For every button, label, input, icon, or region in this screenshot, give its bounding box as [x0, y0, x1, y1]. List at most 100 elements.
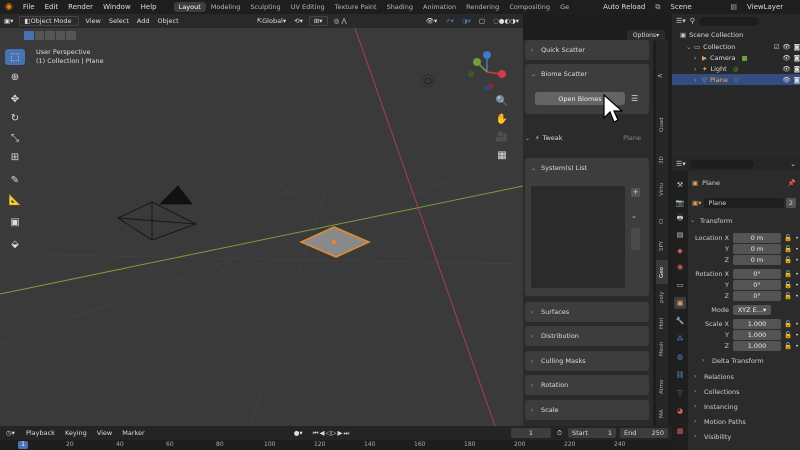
start-frame-field[interactable]: Start 1 — [568, 428, 616, 438]
tool-tab-icon[interactable]: ⚒ — [674, 179, 686, 191]
visibility-panel[interactable]: › Visibility — [694, 433, 731, 441]
biome-scatter-panel[interactable]: ⌄ Biome Scatter Open Biomes ☰ — [525, 64, 649, 114]
settings-sliders-icon[interactable]: ☰ — [631, 94, 638, 103]
tab-ma[interactable]: MA — [656, 406, 668, 422]
chevron-down-icon[interactable]: ⌄ — [686, 43, 694, 51]
modifier-tab-icon[interactable]: 🔧 — [674, 315, 686, 327]
timeline-ruler[interactable]: 1 20 40 60 80 100 120 140 160 180 200 22… — [0, 440, 672, 450]
blender-logo-icon[interactable]: ◉ — [0, 2, 18, 12]
properties-editor-icon[interactable]: ☰▾ — [676, 160, 686, 168]
constraints-tab-icon[interactable]: ⛓ — [674, 369, 686, 381]
render-tab-icon[interactable]: 📷 — [674, 197, 686, 209]
outliner[interactable]: ☰▾ ⚲ ▣ Scene Collection ⌄ ▭ Collection ☑ 👁 ◙ ›… — [672, 14, 800, 157]
properties-editor[interactable]: ☰▾ ⌄ ⚒ 📷 🖶 ▤ ◆ ◉ ▭ ▣ 🔧 ⁂ ◍ ⛓ ▽ ◕ ▩ ▣ Pla… — [672, 157, 800, 450]
cursor-tool[interactable]: ⊕ — [5, 69, 25, 85]
menu-help[interactable]: Help — [136, 3, 162, 11]
delta-transform-panel[interactable]: › Delta Transform — [702, 357, 764, 365]
record-icon[interactable]: ●▾ — [290, 429, 307, 437]
camera-render-icon[interactable]: ◙ — [794, 65, 800, 73]
menu-select[interactable]: Select — [105, 16, 133, 26]
tab-spy[interactable]: SPY — [656, 236, 668, 256]
lock-icon[interactable]: 🔓 — [784, 270, 792, 278]
users-count[interactable]: 2 — [786, 197, 796, 208]
keyframe-dot-icon[interactable]: • — [795, 320, 799, 328]
tab-virtu[interactable]: Virtu — [656, 178, 668, 200]
keyframe-dot-icon[interactable]: • — [795, 292, 799, 300]
tab-shading[interactable]: Shading — [382, 2, 418, 12]
gizmo-y-axis[interactable] — [473, 58, 481, 66]
collection-row[interactable]: ⌄ ▭ Collection ☑ 👁 ◙ — [672, 41, 800, 52]
transform-panel-header[interactable]: ⌄ Transform — [690, 215, 798, 226]
eye-icon[interactable]: 👁 — [782, 43, 790, 51]
rotation-x-field[interactable]: 0° — [733, 268, 781, 279]
transform-orientation-selector[interactable]: ⇱ Global ▾ — [253, 16, 290, 26]
tab-cl[interactable]: Cl — [656, 214, 668, 228]
select-mode-buttons[interactable] — [24, 31, 76, 40]
navigation-gizmo[interactable] — [463, 48, 513, 98]
proportional-edit-icon[interactable]: ◎ ⋀ — [330, 16, 351, 26]
outliner-search-input[interactable] — [698, 16, 759, 26]
select-box-tool[interactable]: ⬚ — [5, 49, 25, 65]
select-invert-icon[interactable] — [55, 31, 66, 40]
quick-scatter-panel[interactable]: › Quick Scatter — [525, 40, 649, 60]
viewport-scene[interactable] — [0, 14, 523, 426]
scene-selector[interactable]: Scene — [665, 3, 725, 11]
world-tab-icon[interactable]: ◉ — [674, 261, 686, 273]
rotate-tool[interactable]: ↻ — [5, 110, 25, 126]
rotation-panel[interactable]: › Rotation — [525, 375, 649, 395]
tab-hdri[interactable]: Hdri — [656, 312, 668, 334]
collapse-sidebar-icon[interactable]: < — [657, 72, 663, 80]
move-system-buttons[interactable] — [631, 228, 640, 250]
tab-animation[interactable]: Animation — [418, 2, 461, 12]
eye-icon[interactable]: 👁 — [782, 65, 790, 73]
overlay-toggle-icon[interactable]: ◑▾ — [458, 16, 475, 26]
outliner-row-plane[interactable]: › ▽ Plane ▽ 👁 ◙ — [672, 74, 800, 85]
pivot-icon[interactable]: ⟲▾ — [290, 16, 307, 26]
menu-keying[interactable]: Keying — [60, 429, 92, 437]
visibility-icon[interactable]: 👁▾ — [422, 16, 442, 26]
collection-tab-icon[interactable]: ▭ — [674, 279, 686, 291]
particles-tab-icon[interactable]: ⁂ — [674, 333, 686, 345]
lock-icon[interactable]: 🔓 — [784, 256, 792, 264]
object-tab-icon[interactable]: ▣ — [674, 297, 686, 309]
material-tab-icon[interactable]: ◕ — [674, 405, 686, 417]
xray-icon[interactable]: ▢ — [475, 16, 489, 26]
gizmo-x-axis[interactable] — [498, 70, 506, 78]
menu-view[interactable]: View — [81, 16, 104, 26]
select-new-icon[interactable] — [24, 31, 34, 40]
object-name-field[interactable]: Plane — [704, 197, 784, 208]
gizmo-toggle-icon[interactable]: ⇗▾ — [441, 16, 458, 26]
motion-paths-panel[interactable]: › Motion Paths — [694, 418, 746, 426]
camera-render-icon[interactable]: ◙ — [794, 43, 800, 51]
menu-object[interactable]: Object — [154, 16, 183, 26]
lock-icon[interactable]: 🔓 — [784, 342, 792, 350]
tab-quad[interactable]: Quad — [656, 108, 668, 142]
tab-texture-paint[interactable]: Texture Paint — [330, 2, 382, 12]
surfaces-panel[interactable]: › Surfaces — [525, 302, 649, 322]
view-layer-selector[interactable]: ViewLayer — [742, 3, 800, 11]
lock-icon[interactable]: 🔓 — [784, 320, 792, 328]
scale-y-field[interactable]: 1.000 — [733, 329, 781, 340]
pan-view-icon[interactable]: ✋ — [495, 112, 509, 126]
keyframe-dot-icon[interactable]: • — [795, 281, 799, 289]
editor-type-icon[interactable]: ▣▾ — [0, 16, 17, 26]
perspective-toggle-icon[interactable]: ▦ — [495, 148, 509, 162]
distribution-panel[interactable]: › Distribution — [525, 326, 649, 346]
keyframe-dot-icon[interactable]: • — [795, 342, 799, 350]
keyframe-dot-icon[interactable]: • — [795, 245, 799, 253]
select-intersect-icon[interactable] — [66, 31, 76, 40]
chevron-down-icon[interactable]: ⌄ — [631, 212, 637, 220]
tab-geo[interactable]: Geo — [656, 260, 668, 284]
texture-tab-icon[interactable]: ▩ — [674, 425, 686, 437]
lock-icon[interactable]: 🔓 — [784, 234, 792, 242]
culling-masks-panel[interactable]: › Culling Masks — [525, 351, 649, 371]
outliner-editor-icon[interactable]: ☰▾ — [676, 17, 686, 25]
tweak-panel-header[interactable]: ⌄ ⚡ Tweak Plane — [525, 130, 649, 146]
tab-3d[interactable]: 3D — [656, 152, 668, 168]
end-frame-field[interactable]: End 250 — [620, 428, 668, 438]
rotation-mode-select[interactable]: XYZ E...▾ — [733, 304, 771, 315]
location-z-field[interactable]: 0 m — [733, 254, 781, 265]
auto-reload-button[interactable]: Auto Reload — [598, 3, 650, 11]
data-tab-icon[interactable]: ▽ — [674, 387, 686, 399]
lock-icon[interactable]: 🔓 — [784, 331, 792, 339]
